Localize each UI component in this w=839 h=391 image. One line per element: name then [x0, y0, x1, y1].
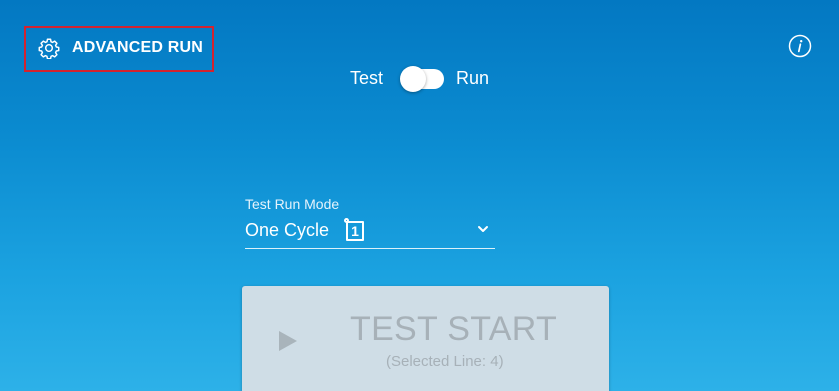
switch-knob[interactable] [400, 66, 427, 92]
test-run-mode-select[interactable]: One Cycle 1 [245, 214, 495, 249]
toggle-run-label: Run [456, 68, 490, 88]
chevron-down-icon [478, 226, 488, 232]
test-run-mode-label: Test Run Mode [245, 196, 340, 212]
toggle-test-label: Test [350, 68, 384, 88]
test-run-toggle-group: Test Run [350, 65, 490, 92]
test-run-switch[interactable] [400, 65, 445, 92]
selected-line-label: (Selected Line: 4) [386, 353, 504, 370]
cycle-count-badge: 1 [351, 223, 359, 239]
advanced-run-button[interactable]: ADVANCED RUN [24, 26, 214, 72]
play-icon [279, 331, 297, 351]
advanced-run-label: ADVANCED RUN [72, 39, 203, 56]
test-start-button[interactable]: TEST START (Selected Line: 4) [242, 286, 609, 391]
test-start-label: TEST START [350, 310, 558, 348]
test-run-mode-value: One Cycle [245, 220, 330, 240]
gear-icon [38, 38, 60, 59]
test-run-screen: ADVANCED RUN Test Run Test Run Mode One … [0, 0, 839, 391]
cycle-dot [344, 218, 349, 223]
one-cycle-icon: 1 [342, 218, 368, 244]
info-icon[interactable] [788, 34, 812, 58]
